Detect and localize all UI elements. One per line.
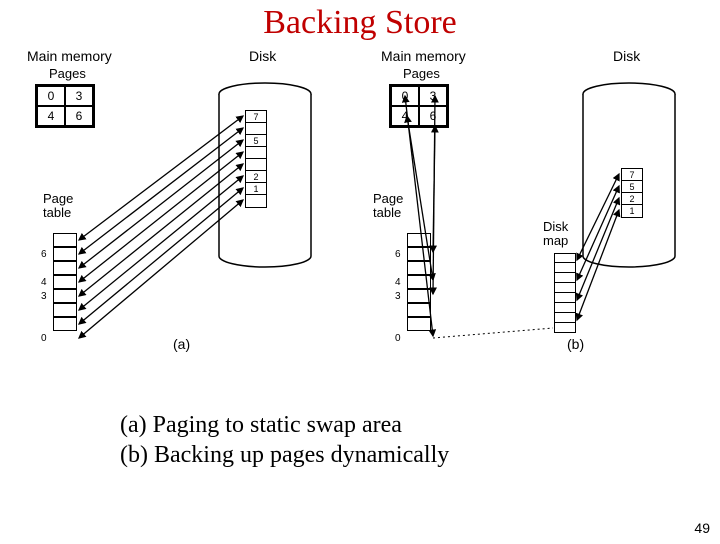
- swap-stack: 7 5 2 1: [621, 168, 643, 218]
- caption-lines: (a) Paging to static swap area (b) Backi…: [120, 410, 720, 470]
- disk-map-label: Disk map: [543, 220, 568, 249]
- pt-label: 6: [395, 249, 401, 260]
- pt-label: 4: [395, 277, 401, 288]
- page-cell: 6: [419, 106, 447, 126]
- pages-label: Pages: [403, 66, 440, 81]
- page-table-label: Page table: [373, 192, 403, 221]
- swap-cell: 1: [246, 183, 266, 195]
- pages-box: 0 3 4 6: [389, 84, 449, 128]
- swap-cell: 2: [622, 193, 642, 205]
- pt-label: 0: [41, 333, 47, 344]
- page-cell: 0: [391, 86, 419, 106]
- swap-cell: 1: [622, 205, 642, 217]
- mainmem-label: Main memory: [27, 48, 112, 64]
- swap-cell: [246, 159, 266, 171]
- page-cell: 0: [37, 86, 65, 106]
- pt-label: 0: [395, 333, 401, 344]
- pages-box: 0 3 4 6: [35, 84, 95, 128]
- slide-title: Backing Store: [0, 4, 720, 42]
- panel-caption: (b): [567, 336, 584, 352]
- pt-label: 6: [41, 249, 47, 260]
- swap-cell: [246, 195, 266, 207]
- swap-cell: 5: [622, 181, 642, 193]
- pt-label: 3: [395, 291, 401, 302]
- mainmem-label: Main memory: [381, 48, 466, 64]
- pt-label: 4: [41, 277, 47, 288]
- page-cell: 4: [391, 106, 419, 126]
- caption-a: (a) Paging to static swap area: [120, 410, 720, 440]
- slide-number: 49: [694, 520, 710, 536]
- pages-label: Pages: [49, 66, 86, 81]
- swap-cell: [246, 123, 266, 135]
- page-table: 6 4 3 0: [407, 233, 431, 331]
- page-cell: 4: [37, 106, 65, 126]
- caption-b: (b) Backing up pages dynamically: [120, 440, 720, 470]
- panel-b: Main memory Disk Pages Swap area Page ta…: [367, 48, 707, 358]
- page-table-label: Page table: [43, 192, 73, 221]
- swap-stack: 7 5 2 1: [245, 110, 267, 208]
- page-table: 6 4 3 0: [53, 233, 77, 331]
- page-cell: 3: [65, 86, 93, 106]
- disk-label: Disk: [613, 48, 640, 64]
- figure-area: Main memory Disk Pages Swap area Page ta…: [0, 48, 720, 358]
- pt-label: 3: [41, 291, 47, 302]
- disk-label: Disk: [249, 48, 276, 64]
- page-cell: 6: [65, 106, 93, 126]
- swap-cell: 7: [622, 169, 642, 181]
- disk-map: [554, 253, 576, 333]
- panel-a: Main memory Disk Pages Swap area Page ta…: [13, 48, 353, 358]
- swap-cell: 7: [246, 111, 266, 123]
- swap-cell: 5: [246, 135, 266, 147]
- swap-cell: 2: [246, 171, 266, 183]
- swap-cell: [246, 147, 266, 159]
- page-cell: 3: [419, 86, 447, 106]
- panel-caption: (a): [173, 336, 190, 352]
